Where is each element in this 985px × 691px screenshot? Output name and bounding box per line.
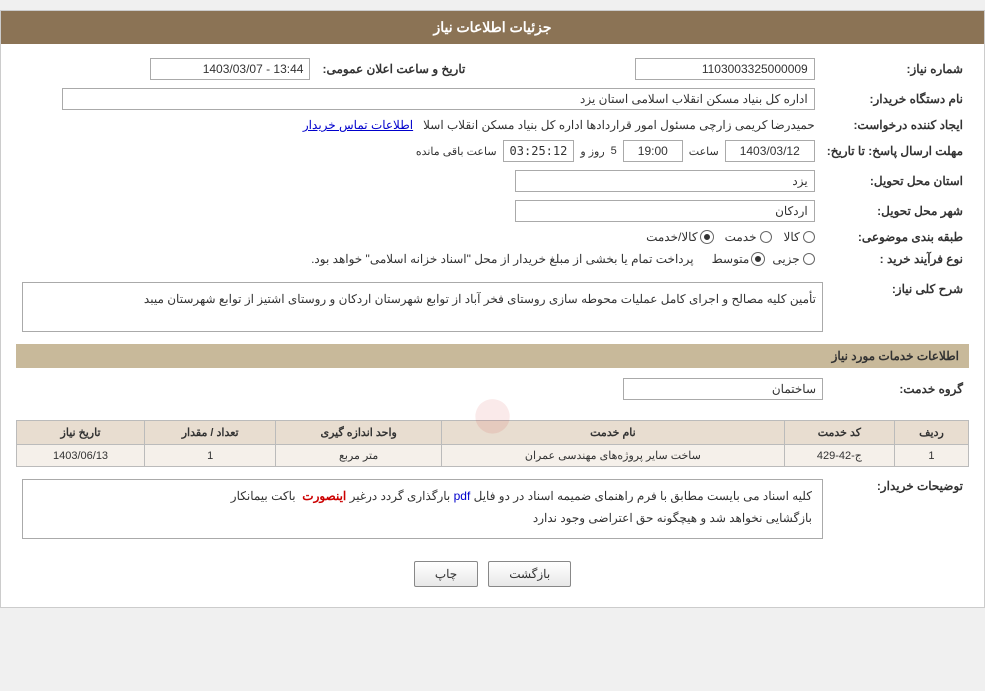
mohlet-saat: 19:00 [623,140,683,162]
noe-options-cell: جزیی متوسط پرداخت تمام یا بخشی از مبلغ خ… [16,248,821,270]
col-tedad: تعداد / مقدار [145,421,276,445]
tabaqe-options-cell: کالا خدمت کالا/خدمت [16,226,821,248]
sharh-value-cell: تأمین کلیه مصالح و اجرای کامل عملیات محو… [16,278,829,336]
tabaqe-label: طبقه بندی موضوعی: [821,226,969,248]
cell-nam: ساخت سایر پروژه‌های مهندسی عمران [442,445,785,467]
noe-jozi: جزیی [772,252,814,266]
ostan-value-cell: یزد [16,166,821,196]
dastaghah-value: اداره کل بنیاد مسکن انقلاب اسلامی استان … [62,88,815,110]
shomara-value-cell: 1103003325000009 [485,54,820,84]
dastaghah-value-cell: اداره کل بنیاد مسکن انقلاب اسلامی استان … [16,84,821,114]
buttons-row: بازگشت چاپ [16,551,969,597]
cell-vahed: متر مربع [276,445,442,467]
tosiyat-notes: کلیه اسناد می بایست مطابق با فرم راهنمای… [22,479,823,539]
table-row: 1 ج-42-429 ساخت سایر پروژه‌های مهندسی عم… [17,445,969,467]
rooz-value: 5 [611,145,617,157]
services-table: ردیف کد خدمت نام خدمت واحد اندازه گیری ت… [16,420,969,467]
noe-desc: پرداخت تمام یا بخشی از مبلغ خریدار از مح… [311,252,694,266]
tarikh-value: 1403/03/07 - 13:44 [150,58,310,80]
tabaqe-kala-khadmat: کالا/خدمت [646,230,712,244]
tabaqe-khadmat: خدمت [725,230,772,244]
ijad-label: ایجاد کننده درخواست: [821,114,969,136]
col-tarikh: تاریخ نیاز [17,421,145,445]
sharh-label: شرح کلی نیاز: [829,278,969,336]
mohlet-label: مهلت ارسال پاسخ: تا تاریخ: [821,136,969,166]
saat-label: ساعت [689,145,719,158]
radio-motovaset [752,253,764,265]
page-container: جزئیات اطلاعات نیاز شماره نیاز: 11030033… [0,10,985,608]
tabaqe-kala: کالا [784,230,815,244]
sharh-table: شرح کلی نیاز: تأمین کلیه مصالح و اجرای ک… [16,278,969,336]
tosiyat-label: توضیحات خریدار: [829,475,969,543]
col-kod: کد خدمت [784,421,894,445]
radio-khadmat [760,231,772,243]
col-nam: نام خدمت [442,421,785,445]
goroh-table: گروه خدمت: ساختمان [16,374,969,404]
services-table-container: ● ردیف کد خدمت نام خدمت واحد اندازه گیری… [16,412,969,467]
cell-kod: ج-42-429 [784,445,894,467]
sharh-value: تأمین کلیه مصالح و اجرای کامل عملیات محو… [22,282,823,332]
tamas-link[interactable]: اطلاعات تماس خریدار [303,118,413,132]
col-vahed: واحد اندازه گیری [276,421,442,445]
radio-kala-khadmat [701,231,713,243]
shahr-value-cell: اردکان [16,196,821,226]
ijad-value: حمیدرضا کریمی زارچی مسئول امور قراردادها… [423,118,815,132]
rooz-label: روز و [580,145,604,158]
tarikh-label: تاریخ و ساعت اعلان عمومی: [316,54,485,84]
print-button[interactable]: چاپ [414,561,478,587]
goroh-label: گروه خدمت: [829,374,969,404]
ostan-value: یزد [515,170,815,192]
goroh-value: ساختمان [623,378,823,400]
cell-radif: 1 [894,445,968,467]
shomara-value: 1103003325000009 [635,58,815,80]
col-radif: ردیف [894,421,968,445]
page-title: جزئیات اطلاعات نیاز [1,11,984,44]
ijad-value-cell: حمیدرضا کریمی زارچی مسئول امور قراردادها… [16,114,821,136]
header-title-text: جزئیات اطلاعات نیاز [433,19,551,35]
tosiyat-text2: بازگشایی نخواهد شد و هیچگونه حق اعتراضی … [533,511,812,525]
noe-motovaset: متوسط [712,252,765,266]
content-area: شماره نیاز: 1103003325000009 تاریخ و ساع… [1,44,984,607]
shomara-label: شماره نیاز: [821,54,969,84]
tosiyat-table: توضیحات خریدار: کلیه اسناد می بایست مطاب… [16,475,969,543]
back-button[interactable]: بازگشت [488,561,571,587]
goroh-value-cell: ساختمان [16,374,829,404]
mohlet-date: 1403/03/12 [725,140,815,162]
radio-jozi [803,253,815,265]
ostan-label: استان محل تحویل: [821,166,969,196]
dastaghah-label: نام دستگاه خریدار: [821,84,969,114]
mohlet-remain: 03:25:12 [503,140,575,162]
cell-tedad: 1 [145,445,276,467]
cell-tarikh: 1403/06/13 [17,445,145,467]
tarikh-value-cell: 1403/03/07 - 13:44 [16,54,316,84]
tosiyat-value-cell: کلیه اسناد می بایست مطابق با فرم راهنمای… [16,475,829,543]
noe-label: نوع فرآیند خرید : [821,248,969,270]
tosiyat-text1: کلیه اسناد می بایست مطابق با فرم راهنمای… [231,489,812,503]
mohlet-value-cell: 1403/03/12 ساعت 19:00 5 روز و 03:25:12 س… [16,136,821,166]
radio-kala [803,231,815,243]
remain-label: ساعت باقی مانده [416,145,497,158]
top-info-table: شماره نیاز: 1103003325000009 تاریخ و ساع… [16,54,969,270]
services-section-header: اطلاعات خدمات مورد نیاز [16,344,969,368]
shahr-value: اردکان [515,200,815,222]
shahr-label: شهر محل تحویل: [821,196,969,226]
